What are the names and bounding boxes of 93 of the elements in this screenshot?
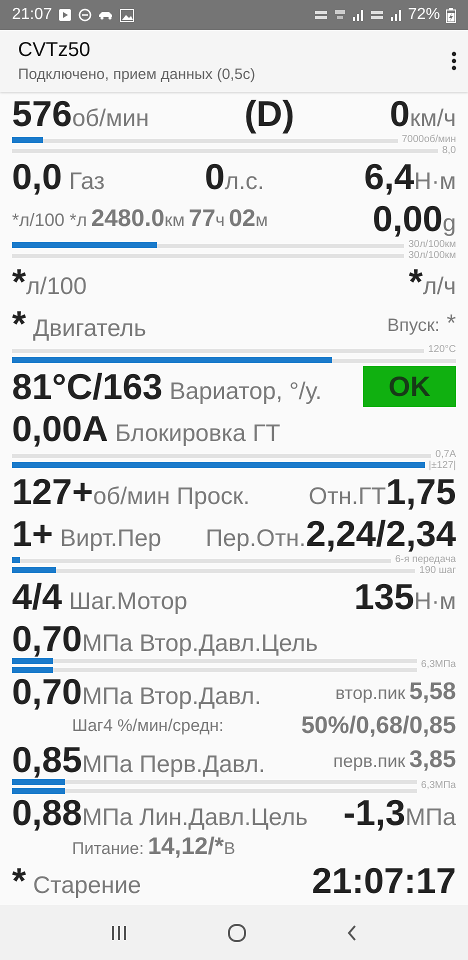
stat-value: 2480.0: [91, 205, 164, 233]
scale-label: 190 шаг: [419, 566, 456, 574]
scale-label: |±127|: [428, 462, 456, 470]
value-text: -1,3: [343, 792, 406, 832]
stat-value: 77: [188, 205, 216, 233]
label-text: Блокировка ГТ: [115, 420, 280, 448]
status-badge: OK: [363, 366, 456, 408]
label-text: *: [446, 310, 456, 338]
value-text: 0: [390, 94, 410, 134]
unit-text: об/мин Проск.: [93, 482, 250, 511]
scale-label: 30л/100км: [408, 252, 456, 260]
unit-text: МПа Перв.Давл.: [82, 751, 266, 779]
car-icon: [98, 10, 114, 20]
scale-label: 0,7A: [435, 451, 456, 460]
value-text: 0,00: [372, 199, 443, 239]
stat-value: 5,58: [409, 678, 456, 706]
value-text: *: [12, 304, 26, 344]
back-icon[interactable]: [346, 924, 358, 942]
value-text: 4/4: [12, 576, 62, 617]
signal-icon: [352, 9, 364, 21]
scale-label: 8,0: [442, 146, 456, 154]
caption-text: перв.пик: [333, 751, 406, 772]
caption-text: *л/100 *л: [12, 210, 88, 231]
label-text: Пер.Отн.: [206, 525, 306, 553]
battery-percent: 72%: [408, 6, 440, 24]
unit-text: МПа: [405, 804, 456, 832]
caption-text: Шаг4 %/мин/средн:: [72, 716, 224, 736]
caption-text: Впуск:: [387, 315, 440, 336]
image-icon: [120, 8, 134, 22]
scale-label: 6-я передача: [395, 556, 456, 564]
label-text: Шаг.Мотор: [69, 588, 188, 616]
value-text: 127+: [12, 472, 94, 512]
value-text: 1+: [12, 514, 54, 554]
value-text: *: [408, 262, 423, 302]
unit-text: Н·м: [414, 588, 456, 616]
value-text: 0,88: [12, 792, 82, 832]
value-text: 0,0: [12, 156, 62, 197]
unit-text: g: [442, 210, 456, 238]
stat-value: 02: [228, 205, 256, 233]
value-text: 2,24/2,34: [306, 514, 456, 554]
label-text: Газ: [69, 168, 105, 196]
label-text: Отн.ГТ: [308, 482, 386, 511]
caption-text: В: [224, 838, 236, 859]
unit-text: л/ч: [422, 272, 456, 301]
label-text: Старение: [33, 872, 142, 900]
unit-text: МПа Втор.Давл.Цель: [82, 630, 318, 658]
unit-text: МПа Втор.Давл.: [82, 682, 262, 710]
value-text: 0,00A: [12, 409, 108, 449]
clock-text: 21:07: [12, 6, 52, 24]
value-text: 135: [354, 576, 414, 617]
stat-value: 14,12/*: [148, 832, 224, 861]
value-text: 6,4: [364, 156, 414, 197]
scale-label: 7000об/мин: [402, 136, 456, 144]
unit-text: МПа Лин.Давл.Цель: [82, 804, 308, 832]
caption-text: м: [256, 210, 268, 231]
label-text: Двигатель: [33, 315, 146, 343]
value-text: 0: [204, 156, 225, 197]
value-text: (D): [244, 94, 294, 134]
scale-label: 30л/100км: [408, 241, 456, 250]
value-text: 0,70: [12, 672, 82, 712]
caption-text: ч: [215, 210, 225, 231]
unit-text: об/мин: [72, 105, 149, 133]
label-text: Вариатор, °/у.: [170, 378, 322, 406]
unit-text: л/100: [26, 272, 87, 301]
unit-text: км/ч: [410, 105, 456, 133]
more-menu-icon[interactable]: [450, 51, 458, 71]
unit-text: л.с.: [224, 168, 264, 196]
stat-value: 3,85: [409, 746, 456, 774]
scale-label: 120°C: [428, 346, 456, 354]
value-text: 576: [12, 94, 72, 134]
value-text: 21:07:17: [312, 861, 456, 901]
connection-status: Подключено, прием данных (0,5с): [18, 66, 256, 83]
caption-text: Питание:: [72, 838, 144, 859]
label-text: Вирт.Пер: [60, 525, 162, 553]
value-text: 0,70: [12, 619, 82, 659]
home-icon[interactable]: [226, 922, 247, 942]
signal-icon: [390, 9, 402, 21]
value-text: 81°C/163: [12, 366, 163, 407]
battery-charging-icon: [446, 8, 456, 22]
app-title: CVTz50: [18, 39, 92, 62]
caption-text: втор.пик: [335, 682, 406, 704]
scale-label: 6,3МПа: [421, 661, 456, 670]
do-not-disturb-icon: [78, 8, 92, 22]
value-text: *: [12, 861, 26, 901]
value-text: 0,85: [12, 740, 82, 780]
scale-label: 6,3МПа: [421, 782, 456, 790]
notification-icon: [58, 8, 72, 22]
unit-text: Н·м: [414, 168, 456, 196]
stat-value: 50%/0,68/0,85: [301, 712, 456, 740]
caption-text: км: [164, 210, 185, 231]
value-text: *: [12, 262, 26, 302]
value-text: 1,75: [386, 472, 456, 512]
recent-apps-icon[interactable]: [110, 924, 128, 940]
